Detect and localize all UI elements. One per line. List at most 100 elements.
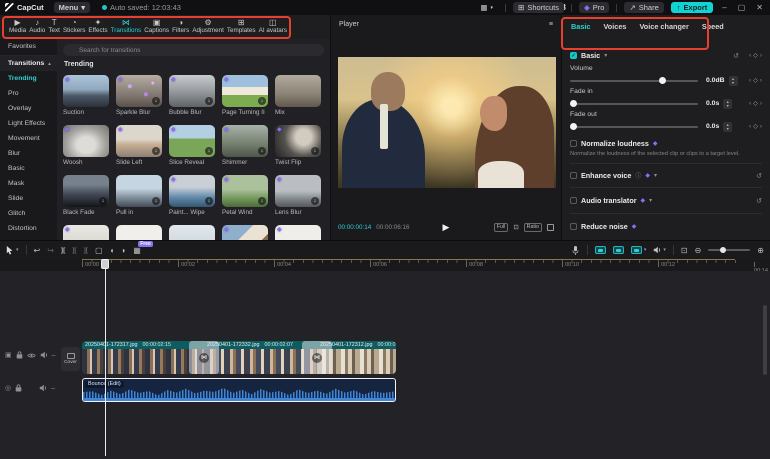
transition-tile-black-fade[interactable]: ↓Black Fade — [63, 175, 109, 216]
mute-icon[interactable] — [40, 351, 48, 359]
normalize-checkbox[interactable] — [570, 140, 577, 147]
transition-tile-pull-in[interactable]: ↓Pull in — [116, 175, 162, 216]
sidebar-item-pro[interactable]: Pro — [0, 86, 57, 101]
enhance-voice-checkbox[interactable] — [570, 172, 577, 179]
volume-slider[interactable] — [570, 80, 698, 82]
zoom-in-icon[interactable]: ⊕ — [757, 246, 764, 255]
redo-icon[interactable]: ↪ — [47, 246, 54, 255]
fade-in-stepper[interactable]: ▴▾ — [723, 99, 732, 109]
fade-in-slider-handle[interactable] — [570, 100, 577, 107]
audio-clip-selected[interactable]: Bounce (Edit) — [82, 378, 396, 402]
tab-basic[interactable]: Basic — [571, 22, 590, 31]
transition-tile[interactable]: ◆ — [275, 225, 321, 240]
audio-tool-icon-b[interactable] — [613, 246, 624, 254]
toolbar-item-audio[interactable]: ♪Audio — [29, 16, 45, 38]
download-icon[interactable]: ↓ — [152, 147, 160, 155]
transition-tile[interactable] — [116, 225, 162, 240]
download-icon[interactable]: ↓ — [311, 197, 319, 205]
basic-checkbox[interactable]: ✓ — [570, 52, 577, 59]
transition-tile[interactable] — [169, 225, 215, 240]
fit-icon[interactable]: ⊡ — [513, 224, 518, 231]
transition-tile-page-turning[interactable]: ◆↓Page Turning II — [222, 75, 268, 116]
download-icon[interactable]: ↓ — [152, 97, 160, 105]
timeline-zoom-slider[interactable] — [708, 249, 750, 251]
download-icon[interactable]: ↓ — [258, 147, 266, 155]
collapse-icon[interactable]: – — [51, 385, 55, 392]
tab-voice-changer[interactable]: Voice changer — [639, 22, 688, 31]
transition-tile-twist-flip[interactable]: ◆↓Twist Flip — [275, 125, 321, 166]
transition-marker-1[interactable]: ⋈ — [189, 341, 219, 374]
fullscreen-icon[interactable] — [547, 224, 554, 231]
sidebar-item-light-effects[interactable]: Light Effects — [0, 116, 57, 131]
export-button[interactable]: ↑ Export — [671, 2, 714, 13]
keyframe-prev-icon[interactable]: ‹ — [749, 100, 751, 107]
fade-out-stepper[interactable]: ▴▾ — [723, 122, 732, 132]
keyframe-diamond-icon[interactable]: ◇ — [753, 100, 758, 107]
speaker-tool-button[interactable]: ▾ — [653, 246, 666, 254]
transition-tile[interactable]: ◆ — [222, 225, 268, 240]
keyframe-next-icon[interactable]: › — [760, 77, 762, 84]
cover-button[interactable]: Cover — [61, 347, 80, 371]
eye-icon[interactable] — [27, 352, 36, 359]
toolbar-item-stickers[interactable]: ◔Stickers — [63, 16, 85, 38]
volume-slider-handle[interactable] — [659, 77, 666, 84]
volume-stepper[interactable]: ▴▾ — [729, 76, 738, 86]
keyframe-next-icon[interactable]: › — [760, 123, 762, 130]
video-clip-2[interactable]: 20250401-172332.jpg00:00:02:07 — [204, 341, 317, 374]
transition-tile-petal-wind[interactable]: ◆↓Petal Wind — [222, 175, 268, 216]
delete-icon[interactable]: ▢ — [95, 246, 103, 255]
sidebar-item-slide[interactable]: Slide — [0, 191, 57, 206]
video-clip-1[interactable]: 20250401-172317.jpg00:00:02:15 — [82, 341, 204, 374]
search-input[interactable] — [63, 44, 324, 56]
transition-tile[interactable]: ◆ — [63, 225, 109, 240]
transition-tile-shimmer[interactable]: ◆↓Shimmer — [222, 125, 268, 166]
toolbar-item-text[interactable]: TText — [48, 16, 60, 38]
sidebar-item-overlay[interactable]: Overlay — [0, 101, 57, 116]
fade-out-slider[interactable] — [570, 126, 698, 128]
tab-voices[interactable]: Voices — [603, 22, 626, 31]
sidebar-item-basic[interactable]: Basic — [0, 161, 57, 176]
transition-tile-slide-left[interactable]: ◆↓Slide Left — [116, 125, 162, 166]
transition-tile-paint-wipe[interactable]: ◆↓Paint... Wipe — [169, 175, 215, 216]
layout-button[interactable]: ▦ ▾ — [475, 2, 498, 13]
close-button[interactable]: ✕ — [754, 3, 765, 12]
collapse-icon[interactable]: – — [52, 352, 56, 359]
mic-icon[interactable] — [571, 245, 580, 256]
maximize-button[interactable]: ▢ — [736, 3, 748, 12]
reset-icon[interactable]: ↺ — [756, 172, 762, 180]
ratio-button[interactable]: Ratio — [524, 223, 542, 232]
sidebar-item-movement[interactable]: Movement — [0, 131, 57, 146]
timeline-ruler[interactable]: 00:00 00:02 00:04 00:06 00:08 00:10 00:1… — [0, 259, 770, 271]
minimize-button[interactable]: – — [720, 3, 728, 12]
share-button[interactable]: ↗ Share — [624, 2, 663, 13]
download-icon[interactable]: ↓ — [205, 97, 213, 105]
toolbar-item-filters[interactable]: ◑Filters — [172, 16, 189, 38]
split-left-icon[interactable]: ][ — [72, 247, 76, 254]
sidebar-item-favorites[interactable]: Favorites — [0, 39, 57, 56]
split-right-icon[interactable]: ][ — [84, 247, 88, 254]
keyframe-diamond-icon[interactable]: ◇ — [753, 123, 758, 130]
sidebar-item-glitch[interactable]: Glitch — [0, 206, 57, 221]
split-icon[interactable]: ][ — [61, 247, 65, 254]
sidebar-item-trending[interactable]: Trending — [0, 71, 57, 86]
keyframe-prev-icon[interactable]: ‹ — [749, 52, 751, 59]
tab-speed[interactable]: Speed — [702, 22, 724, 31]
player-menu-icon[interactable]: ≡ — [549, 21, 553, 28]
undo-icon[interactable]: ↩ — [34, 246, 41, 255]
download-icon[interactable]: ↓ — [258, 197, 266, 205]
sidebar-item-blur[interactable]: Blur — [0, 146, 57, 161]
sidebar-item-transitions[interactable]: Transitions▴ — [0, 56, 57, 71]
trim-right-icon[interactable]: ◗ — [121, 246, 126, 255]
keyframe-diamond-icon[interactable]: ◇ — [753, 77, 758, 84]
playhead-line[interactable] — [105, 259, 106, 456]
transition-tile-mix[interactable]: Mix — [275, 75, 321, 116]
toolbar-item-transitions[interactable]: ⋈Transitions — [111, 16, 142, 38]
toolbar-item-ai-avatars[interactable]: ◫AI avatars — [259, 16, 287, 38]
download-icon[interactable]: ↓ — [205, 147, 213, 155]
toolbar-item-captions[interactable]: ▣Captions — [144, 16, 169, 38]
transition-tile-lens-blur[interactable]: ◆↓Lens Blur — [275, 175, 321, 216]
chevron-icon[interactable]: ▾ — [604, 52, 607, 59]
fade-out-slider-handle[interactable] — [570, 123, 577, 130]
reset-icon[interactable]: ↺ — [756, 197, 762, 205]
sidebar-item-mask[interactable]: Mask — [0, 176, 57, 191]
